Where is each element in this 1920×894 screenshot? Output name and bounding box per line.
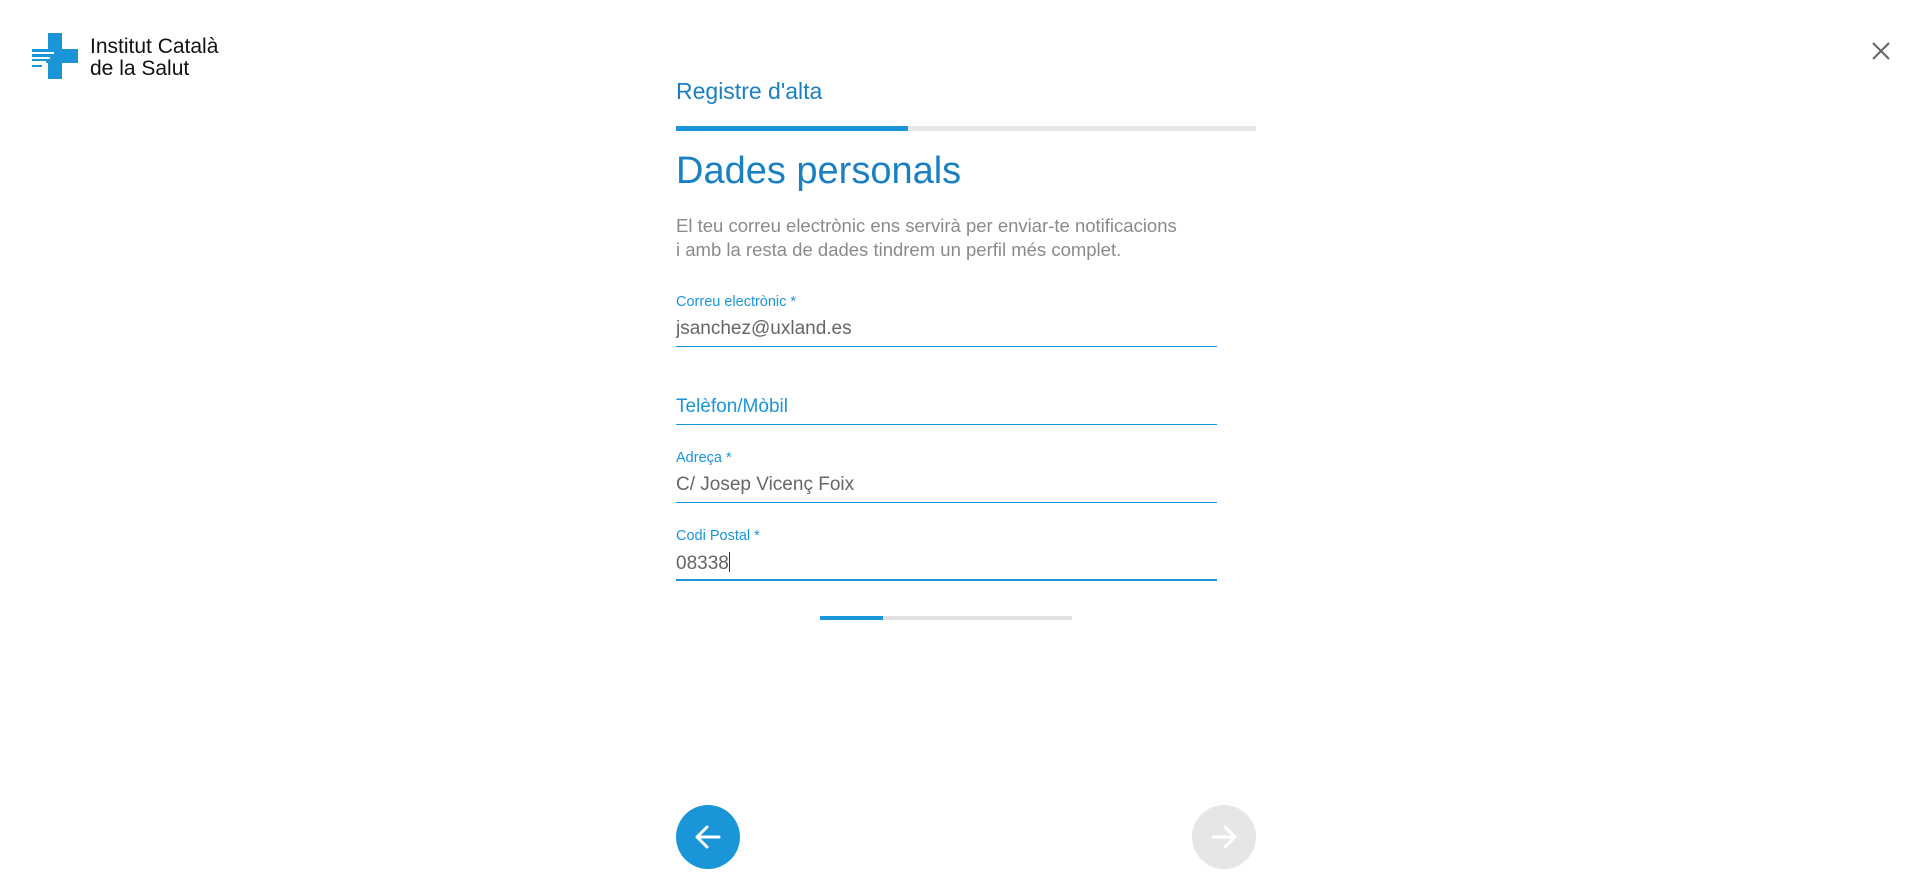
brand-name: Institut Català de la Salut xyxy=(90,33,218,80)
email-underline xyxy=(676,346,1217,347)
address-underline xyxy=(676,502,1217,503)
brand-name-line1: Institut Català xyxy=(90,35,219,58)
phone-input[interactable] xyxy=(676,396,1217,418)
address-label: Adreça * xyxy=(676,450,732,466)
step-title: Registre d'alta xyxy=(676,78,823,104)
ics-cross-logo-icon xyxy=(32,33,78,79)
brand-logo: Institut Català de la Salut xyxy=(32,33,218,80)
close-button[interactable] xyxy=(1866,36,1896,66)
phone-underline xyxy=(676,424,1217,425)
form-progress-fill xyxy=(820,616,883,620)
arrow-left-icon xyxy=(695,825,721,849)
section-description: El teu correu electrònic ens servirà per… xyxy=(676,214,1236,262)
back-button[interactable] xyxy=(676,805,740,869)
text-caret xyxy=(728,552,730,572)
email-input[interactable] xyxy=(676,318,1217,340)
close-icon xyxy=(1872,42,1890,60)
brand-name-line2: de la Salut xyxy=(90,57,190,80)
address-input[interactable] xyxy=(676,474,1217,496)
phone-field: Telèfon/Mòbil xyxy=(676,370,1217,426)
registration-page: Institut Català de la Salut Registre d'a… xyxy=(0,0,1920,894)
postal-code-input[interactable]: 08338 xyxy=(676,552,1217,575)
next-button[interactable] xyxy=(1192,805,1256,869)
postal-code-label: Codi Postal * xyxy=(676,528,760,544)
form-progress-bar xyxy=(820,616,1072,620)
step-progress-bar xyxy=(676,126,1256,131)
arrow-right-icon xyxy=(1211,825,1237,849)
section-description-line2: i amb la resta de dades tindrem un perfi… xyxy=(676,239,1122,260)
postal-code-underline xyxy=(676,579,1217,581)
postal-code-field: Codi Postal * 08338 xyxy=(676,526,1217,582)
postal-code-value: 08338 xyxy=(676,553,729,574)
section-description-line1: El teu correu electrònic ens servirà per… xyxy=(676,215,1177,236)
address-field: Adreça * xyxy=(676,448,1217,504)
email-field: Correu electrònic * xyxy=(676,292,1217,348)
step-progress-fill xyxy=(676,126,908,131)
email-label: Correu electrònic * xyxy=(676,294,797,310)
section-title: Dades personals xyxy=(676,150,962,192)
